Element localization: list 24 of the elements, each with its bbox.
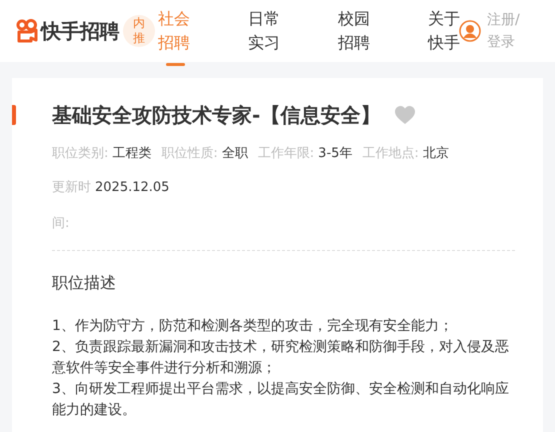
meta-label: 职位性质: (161, 145, 218, 162)
user-avatar-icon[interactable] (459, 20, 481, 42)
meta-label: 职位类别: (52, 145, 108, 162)
meta-label: 工作地点: (362, 145, 419, 162)
job-title: 基础安全攻防技术专家-【信息安全】 (52, 102, 380, 128)
heart-icon[interactable] (394, 105, 416, 125)
nav-tab[interactable]: 日常实习 (248, 0, 338, 62)
description-text: 1、作为防守方，防范和检测各类型的攻击，完全现有安全能力； (52, 317, 454, 336)
meta-value: 全职 (222, 145, 248, 162)
nav-tab[interactable]: 关于快手 (428, 0, 473, 62)
meta-label: 更新时 (52, 179, 91, 196)
meta-label: 工作年限: (258, 145, 314, 162)
meta-value: 工程类 (112, 145, 152, 162)
update-date: 2025.12.05 (95, 180, 170, 194)
section-title: 职位描述 (52, 273, 117, 294)
description-text: 3、向研发工程师提出平台需求，以提高安全防御、安全检测和自动化响应能力的建设。 (52, 380, 510, 420)
accent-bar (12, 105, 16, 125)
meta-value: 北京 (422, 145, 449, 162)
description-text: 2、负责跟踪最新漏洞和攻击技术，研究检测策略和防御手段，对入侵及恶意软件等安全事件进行分析和溯源； (52, 338, 510, 378)
nav-tab[interactable]: 校园招聘 (338, 0, 428, 62)
meta-value: 3-5年 (318, 145, 352, 162)
meta-label: 间: (52, 215, 70, 232)
logo-text[interactable]: 快手招聘 (41, 18, 119, 44)
logo-icon (16, 19, 38, 43)
